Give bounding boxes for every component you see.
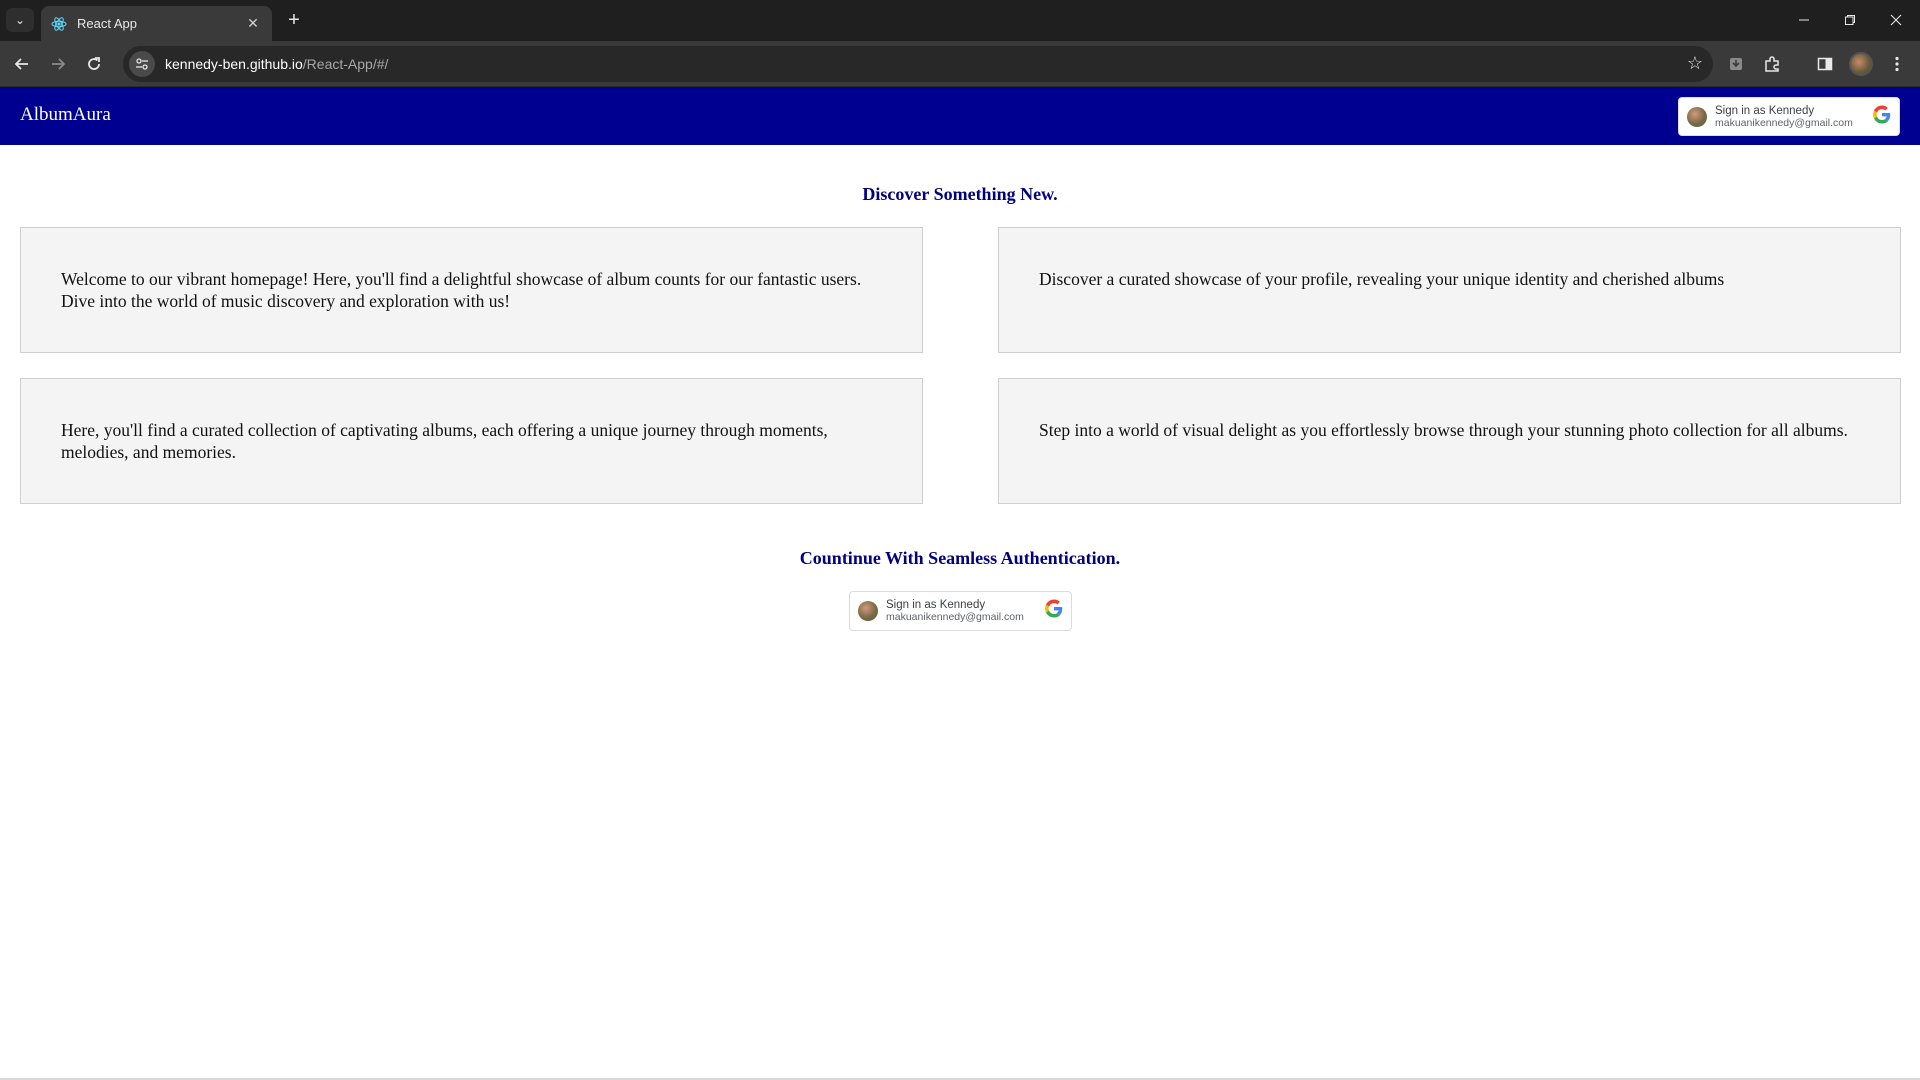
menu-kebab-icon[interactable] <box>1886 53 1908 75</box>
feature-card-profile[interactable]: Discover a curated showcase of your prof… <box>998 227 1901 353</box>
google-logo-icon <box>1873 105 1891 128</box>
browser-tab-strip: ⌄ React App ✕ + <box>0 0 1920 41</box>
signin-name: Sign in as Kennedy <box>1715 104 1815 117</box>
google-signin-button[interactable]: Sign in as Kennedy makuanikennedy@gmail.… <box>849 591 1072 631</box>
brand-logo-text[interactable]: AlbumAura <box>20 104 111 126</box>
signin-email: makuanikennedy@gmail.com <box>1715 116 1853 129</box>
restore-button[interactable] <box>1830 8 1870 32</box>
card-text: Welcome to our vibrant homepage! Here, y… <box>61 269 862 311</box>
google-logo-icon <box>1045 599 1063 623</box>
url-path: /React-App/#/ <box>302 56 389 72</box>
card-text: Step into a world of visual delight as y… <box>1039 420 1848 440</box>
tab-search-button[interactable]: ⌄ <box>6 8 34 32</box>
tab-title: React App <box>77 16 137 31</box>
chevron-down-icon: ⌄ <box>14 13 26 27</box>
auth-heading: Countinue With Seamless Authentication. <box>799 548 1121 568</box>
app-navbar: AlbumAura Sign in as Kennedy makuanikenn… <box>0 87 1920 145</box>
new-tab-button[interactable]: + <box>282 9 306 33</box>
download-icon[interactable] <box>1725 53 1747 75</box>
back-button[interactable] <box>8 50 36 78</box>
url-host: kennedy-ben.github.io <box>165 56 303 72</box>
site-info-icon[interactable] <box>129 51 155 77</box>
browser-tab[interactable]: React App ✕ <box>41 6 272 41</box>
forward-button[interactable] <box>44 50 72 78</box>
close-window-button[interactable] <box>1876 8 1916 32</box>
feature-card-home[interactable]: Welcome to our vibrant homepage! Here, y… <box>20 227 923 353</box>
browser-toolbar: kennedy-ben.github.io/React-App/#/ ☆ <box>0 41 1920 87</box>
minimize-button[interactable] <box>1784 8 1824 32</box>
feature-card-photos[interactable]: Step into a world of visual delight as y… <box>998 378 1901 504</box>
address-bar[interactable]: kennedy-ben.github.io/React-App/#/ ☆ <box>123 46 1713 82</box>
feature-card-albums[interactable]: Here, you'll find a curated collection o… <box>20 378 923 504</box>
card-text: Discover a curated showcase of your prof… <box>1039 269 1725 289</box>
bookmark-star-icon[interactable]: ☆ <box>1687 53 1703 74</box>
avatar <box>1687 106 1707 127</box>
react-icon <box>51 16 67 32</box>
extensions-icon[interactable] <box>1761 53 1783 75</box>
discover-heading: Discover Something New. <box>862 184 1058 204</box>
signin-name: Sign in as Kennedy <box>886 599 986 611</box>
side-panel-icon[interactable] <box>1814 53 1836 75</box>
page-content: AlbumAura Sign in as Kennedy makuanikenn… <box>0 87 1920 1080</box>
card-text: Here, you'll find a curated collection o… <box>61 420 828 462</box>
signin-email: makuanikennedy@gmail.com <box>886 611 1024 623</box>
avatar <box>858 601 878 621</box>
close-icon[interactable]: ✕ <box>244 15 262 32</box>
profile-avatar[interactable] <box>1849 52 1873 76</box>
reload-button[interactable] <box>80 50 108 78</box>
nav-google-signin-button[interactable]: Sign in as Kennedy makuanikennedy@gmail.… <box>1678 97 1900 136</box>
url-text: kennedy-ben.github.io/React-App/#/ <box>165 56 388 72</box>
